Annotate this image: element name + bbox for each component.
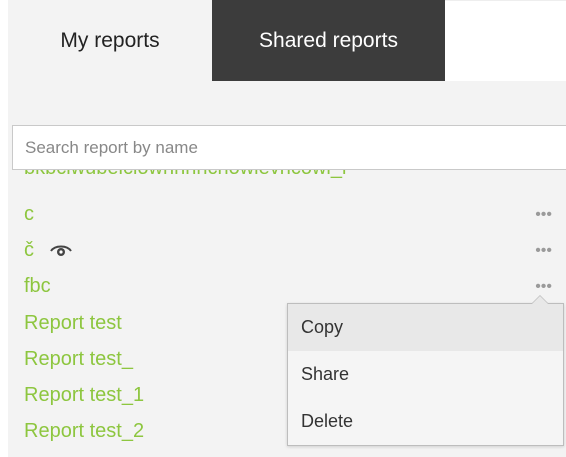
tab-my-reports[interactable]: My reports — [8, 0, 212, 81]
report-item[interactable]: c — [24, 203, 34, 226]
share-menu-item-label: Share — [301, 364, 350, 384]
tab-shared-reports[interactable]: Shared reports — [212, 0, 445, 81]
report-item-label: Report test — [24, 312, 122, 334]
report-item-label: fbc — [24, 275, 51, 297]
more-options-icon[interactable]: ••• — [535, 206, 552, 224]
copy-menu-item[interactable]: Copy — [288, 304, 563, 351]
share-menu-item[interactable]: Share — [288, 351, 563, 398]
report-item-label: Report test_2 — [24, 420, 145, 442]
report-item-label: c — [24, 203, 34, 225]
report-item-label: Report test_1 — [24, 384, 145, 406]
more-options-icon[interactable]: ••• — [535, 242, 552, 260]
context-menu: Copy Share Delete — [287, 295, 564, 446]
report-item-label: Report test_ — [24, 348, 133, 370]
search-input[interactable] — [12, 125, 566, 170]
shared-eye-icon — [49, 245, 72, 256]
copy-menu-item-label: Copy — [301, 317, 344, 337]
report-item[interactable]: č — [24, 239, 72, 262]
delete-menu-item-label: Delete — [301, 411, 354, 431]
report-item[interactable]: fbc — [24, 275, 51, 298]
report-item-label: bkbciwubeiciowhhnhchowievhcowi_i — [24, 170, 346, 179]
tab-bar-filler — [445, 0, 566, 81]
delete-menu-item[interactable]: Delete — [288, 398, 563, 445]
report-item[interactable]: Report test_ — [24, 348, 133, 371]
tab-shared-reports-label: Shared reports — [259, 28, 398, 52]
report-item[interactable]: bkbciwubeiciowhhnhchowievhcowi_i — [24, 170, 346, 180]
report-item[interactable]: Report test_1 — [24, 384, 144, 407]
more-options-icon[interactable]: ••• — [535, 278, 552, 296]
report-item[interactable]: Report test — [24, 312, 122, 335]
tab-my-reports-label: My reports — [60, 28, 160, 52]
report-item[interactable]: Report test_2 — [24, 420, 144, 443]
report-item-label: č — [24, 239, 34, 261]
